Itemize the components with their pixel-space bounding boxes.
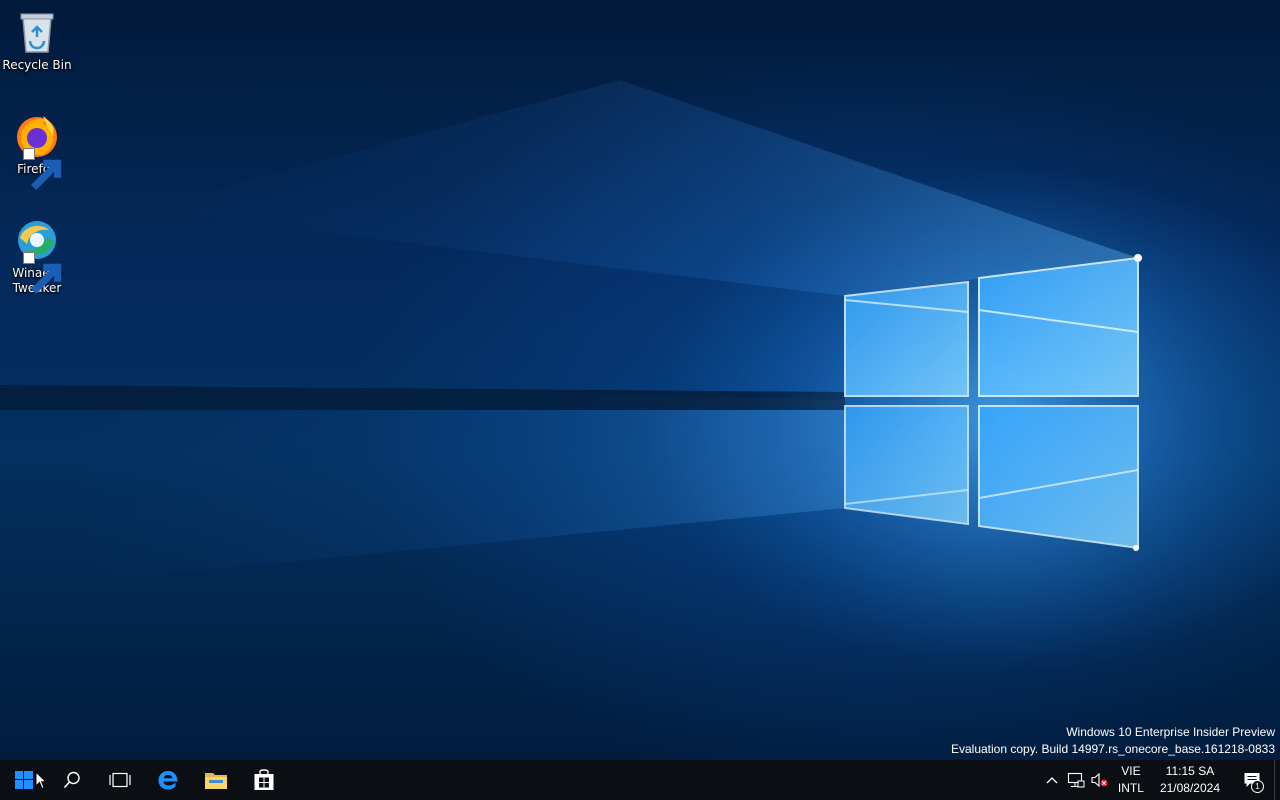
network-button[interactable] [1064,760,1088,800]
evaluation-watermark: Windows 10 Enterprise Insider Preview Ev… [951,724,1275,758]
firefox-icon [13,112,62,190]
watermark-build: Evaluation copy. Build 14997.rs_onecore_… [950,742,1275,756]
volume-button[interactable] [1088,760,1112,800]
store-button[interactable] [240,760,288,800]
search-button[interactable] [48,760,96,800]
show-hidden-icons-button[interactable] [1040,760,1064,800]
desktop-icon-label: Recycle Bin [2,58,72,72]
show-desktop-button[interactable] [1274,760,1280,800]
shortcut-arrow-icon [23,252,62,294]
taskbar: VIE INTL 11:15 SA 21/08/2024 1 [0,760,1280,800]
shortcut-arrow-icon [23,148,62,190]
keyboard-layout: INTL [1117,781,1144,795]
winaero-tweaker-icon [13,216,62,294]
network-icon [1067,772,1085,788]
desktop[interactable]: Recycle Bin Firefox Winaero Tweaker Wind… [0,0,1280,760]
watermark-edition: Windows 10 Enterprise Insider Preview [1066,725,1275,739]
volume-muted-icon [1091,772,1108,788]
edge-icon [158,771,178,790]
desktop-icon-winaero-tweaker[interactable]: Winaero Tweaker [2,216,72,296]
wallpaper-windows-hero [0,80,1260,660]
action-center-button[interactable]: 1 [1230,760,1274,800]
task-view-icon [109,772,131,788]
task-view-button[interactable] [96,760,144,800]
file-explorer-button[interactable] [192,760,240,800]
desktop-icon-recycle-bin[interactable]: Recycle Bin [2,8,72,73]
windows-logo-icon [15,771,33,789]
clock-time: 11:15 SA [1165,764,1215,778]
mouse-cursor-icon [35,771,47,790]
search-icon [63,771,80,789]
input-language-button[interactable]: VIE INTL [1112,763,1150,797]
language-code: VIE [1121,764,1141,778]
notification-count-badge: 1 [1251,780,1264,793]
chevron-up-icon [1046,777,1058,784]
desktop-icon-firefox[interactable]: Firefox [2,112,72,190]
system-tray: VIE INTL 11:15 SA 21/08/2024 1 [1040,760,1280,800]
store-icon [254,769,274,790]
folder-icon [205,773,227,789]
edge-button[interactable] [144,760,192,800]
clock-date: 21/08/2024 [1159,781,1220,795]
recycle-bin-icon [13,8,61,56]
clock-button[interactable]: 11:15 SA 21/08/2024 [1150,763,1230,797]
